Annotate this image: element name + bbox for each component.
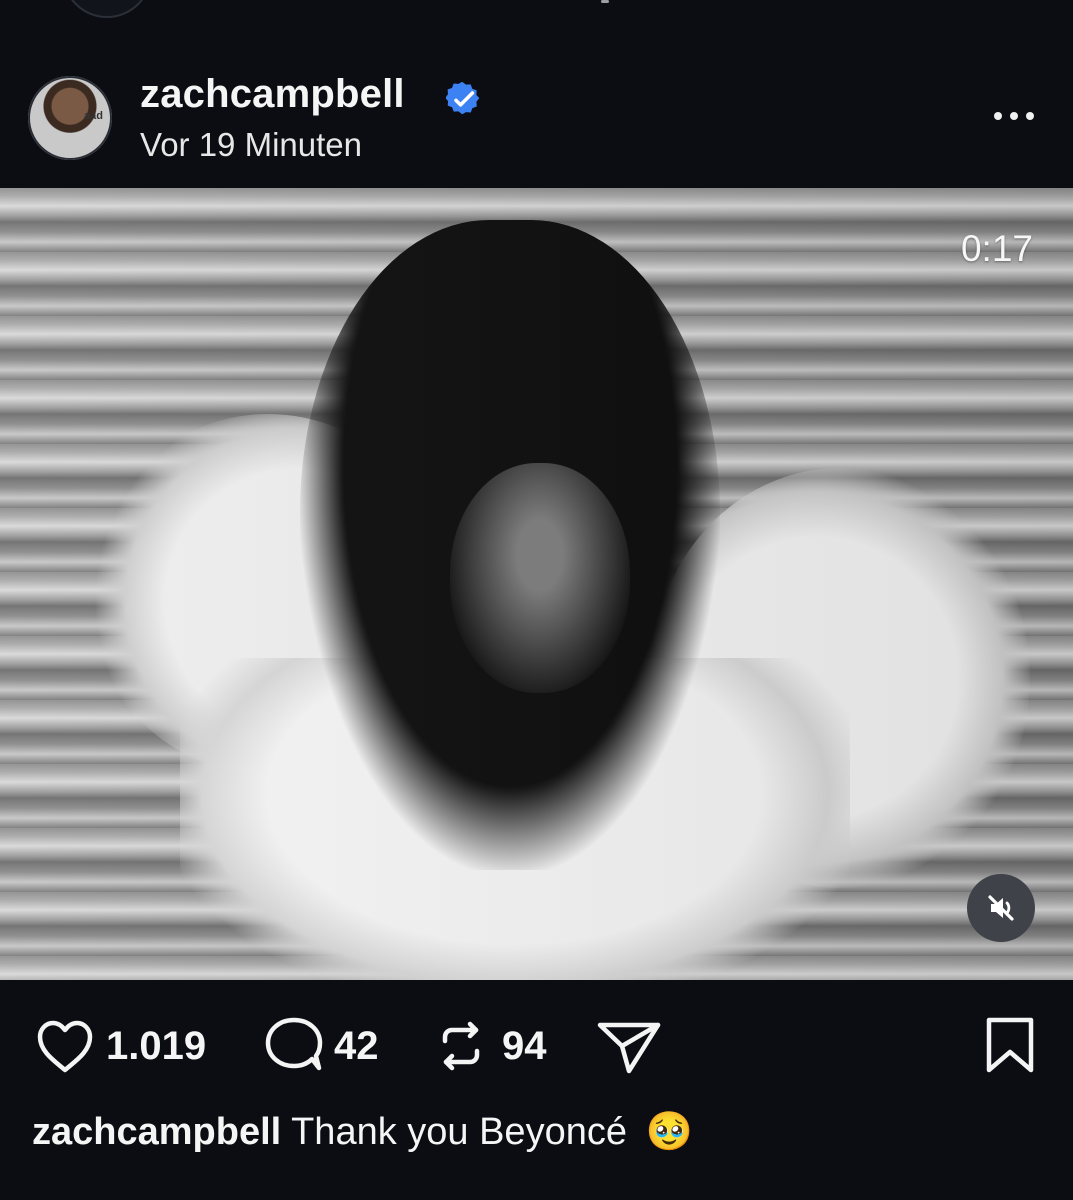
more-options-button[interactable]	[990, 96, 1038, 136]
bookmark-icon[interactable]	[984, 1016, 1036, 1074]
heart-icon	[37, 1020, 93, 1073]
top-partial-text-fragment	[601, 0, 609, 3]
username[interactable]: zachcampbell	[140, 72, 405, 117]
more-icon	[994, 112, 1002, 120]
video-timer: 0:17	[960, 228, 1033, 269]
post-timestamp: Vor 19 Minuten	[140, 126, 362, 163]
top-partial-avatar	[62, 0, 152, 18]
caption-text: Thank you Beyoncé	[291, 1111, 627, 1153]
caption-emoji: 🥹	[645, 1111, 693, 1153]
reposts-count: 94	[502, 1023, 547, 1068]
avatar[interactable]: aad	[28, 76, 112, 160]
volume-mute-icon	[988, 895, 1014, 921]
share-action[interactable]	[596, 1014, 662, 1078]
caption-username[interactable]: zachcampbell	[32, 1111, 281, 1153]
mute-button[interactable]	[967, 874, 1035, 942]
verified-badge-icon	[446, 82, 480, 115]
repost-icon	[442, 1021, 480, 1071]
comment-icon	[265, 1017, 323, 1071]
post-caption: zachcampbell Thank you Beyoncé 🥹	[32, 1110, 693, 1154]
like-action[interactable]: 1.019	[34, 1014, 206, 1078]
comments-count: 42	[334, 1023, 379, 1068]
post-actions: 1.019 42 94	[0, 1000, 1073, 1090]
likes-count: 1.019	[106, 1023, 207, 1068]
send-icon	[597, 1022, 661, 1074]
repost-action[interactable]: 94	[430, 1014, 547, 1078]
avatar-text: aad	[84, 110, 103, 122]
comment-action[interactable]: 42	[262, 1014, 379, 1078]
video-player[interactable]: 0:17	[0, 188, 1073, 980]
post-header: aad zachcampbell Vor 19 Minuten	[0, 70, 1073, 178]
video-frame-overlay	[0, 188, 1073, 980]
